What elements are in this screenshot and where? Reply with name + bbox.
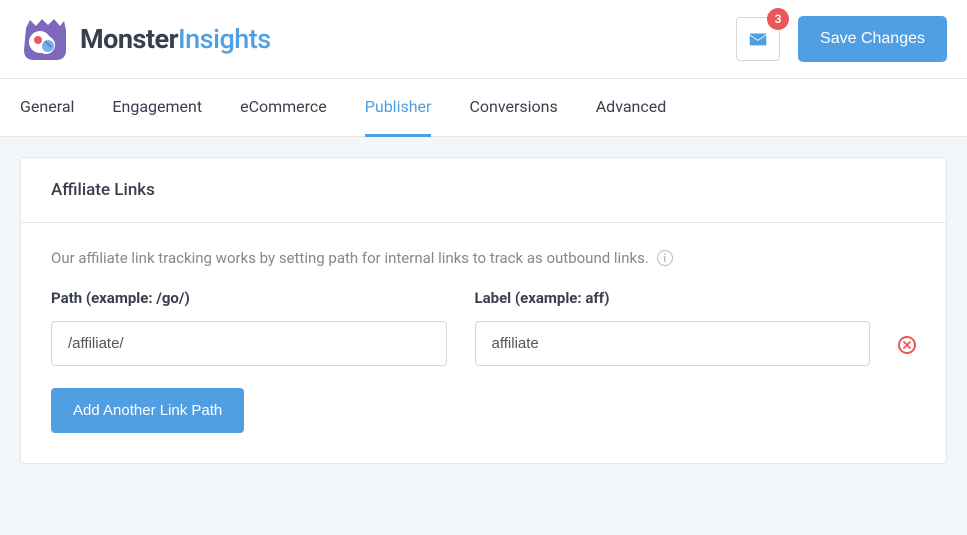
info-icon[interactable]: i bbox=[657, 250, 673, 266]
logo-text: MonsterInsights bbox=[80, 23, 271, 55]
logo-text-part1: Monster bbox=[80, 23, 178, 55]
tab-engagement[interactable]: Engagement bbox=[112, 79, 202, 137]
inbox-button[interactable]: 3 bbox=[736, 17, 780, 61]
link-path-row: Path (example: /go/) Label (example: aff… bbox=[51, 289, 916, 366]
affiliate-links-card: Affiliate Links Our affiliate link track… bbox=[20, 157, 947, 464]
inbox-icon bbox=[747, 28, 769, 50]
card-body: Our affiliate link tracking works by set… bbox=[21, 223, 946, 463]
tab-publisher[interactable]: Publisher bbox=[365, 79, 432, 137]
label-column: Label (example: aff) bbox=[475, 289, 871, 366]
header-actions: 3 Save Changes bbox=[736, 16, 947, 62]
logo-text-part2: Insights bbox=[178, 23, 271, 55]
save-changes-button[interactable]: Save Changes bbox=[798, 16, 947, 62]
tab-conversions[interactable]: Conversions bbox=[469, 79, 557, 137]
card-header: Affiliate Links bbox=[21, 158, 946, 223]
tab-advanced[interactable]: Advanced bbox=[596, 79, 667, 137]
path-column: Path (example: /go/) bbox=[51, 289, 447, 366]
description-text: Our affiliate link tracking works by set… bbox=[51, 249, 649, 267]
path-input[interactable] bbox=[51, 321, 447, 366]
remove-column bbox=[898, 336, 916, 366]
app-header: MonsterInsights 3 Save Changes bbox=[0, 0, 967, 79]
inbox-badge: 3 bbox=[767, 8, 789, 30]
remove-row-button[interactable] bbox=[898, 336, 916, 354]
close-icon bbox=[903, 341, 911, 349]
label-label: Label (example: aff) bbox=[475, 289, 871, 307]
card-description: Our affiliate link tracking works by set… bbox=[51, 249, 916, 267]
monster-logo-icon bbox=[20, 14, 70, 64]
settings-tabs: General Engagement eCommerce Publisher C… bbox=[0, 79, 967, 137]
label-input[interactable] bbox=[475, 321, 871, 366]
path-label: Path (example: /go/) bbox=[51, 289, 447, 307]
tab-ecommerce[interactable]: eCommerce bbox=[240, 79, 327, 137]
logo: MonsterInsights bbox=[20, 14, 271, 64]
card-title: Affiliate Links bbox=[51, 180, 916, 200]
content-area: Affiliate Links Our affiliate link track… bbox=[0, 137, 967, 484]
add-link-path-button[interactable]: Add Another Link Path bbox=[51, 388, 244, 433]
tab-general[interactable]: General bbox=[20, 79, 74, 137]
